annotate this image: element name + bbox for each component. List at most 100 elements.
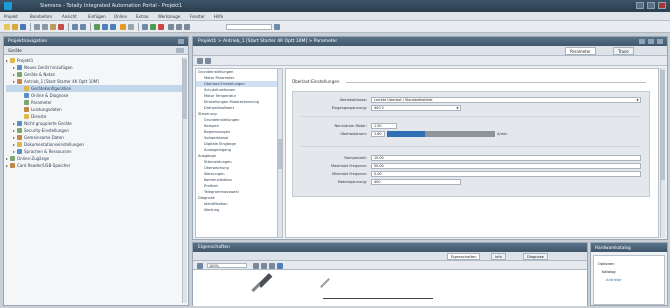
menu-fenster[interactable]: Fenster xyxy=(190,14,205,19)
parameter-nav-scrollbar[interactable] xyxy=(277,69,282,237)
fit-icon[interactable] xyxy=(277,263,283,269)
tree-item[interactable]: ▸ Online-Zugänge xyxy=(6,155,186,162)
tree-item-label: Geräte & Netze xyxy=(24,72,55,77)
rated-current-input[interactable]: 1.50 xyxy=(371,123,397,129)
tree-item[interactable]: ▸ Neues Gerät hinzufügen xyxy=(6,64,186,71)
tab-info[interactable]: Info xyxy=(491,253,506,260)
max-frequency-input[interactable]: 50.00 xyxy=(371,163,641,169)
chevron-down-icon[interactable]: ▼ xyxy=(455,106,460,110)
overload-class-dropdown[interactable]: Leichte Überlast / Standardbetrieb ▼ xyxy=(371,97,641,103)
pointer-icon[interactable] xyxy=(197,263,203,269)
min-frequency-input[interactable]: 0.00 xyxy=(371,171,641,177)
tree-item[interactable]: ▸ Projekt1 xyxy=(6,57,186,64)
tree-node-icon xyxy=(24,107,29,112)
tree-item-label: Gerätekonfiguration xyxy=(31,86,72,91)
zoom-in-icon[interactable] xyxy=(253,263,259,269)
copy-icon[interactable] xyxy=(42,24,48,30)
input-voltage-dropdown[interactable]: 400 V ▼ xyxy=(371,105,461,111)
menu-ansicht[interactable]: Ansicht xyxy=(62,14,77,19)
devices-tab-label[interactable]: Geräte xyxy=(8,48,22,53)
tree-item[interactable]: ▸ Dokumentationseinstellungen xyxy=(6,141,186,148)
project-tree-subheader: Geräte xyxy=(4,46,188,55)
accessible-devices-icon[interactable] xyxy=(142,24,148,30)
go-offline-icon[interactable] xyxy=(128,24,134,30)
editor-close-icon[interactable] xyxy=(657,39,663,44)
tree-item[interactable]: Gerätekonfiguration xyxy=(6,85,186,92)
editor-maximize-icon[interactable] xyxy=(648,39,654,44)
nav-item[interactable]: Wartung xyxy=(196,207,282,213)
cross-reference-icon[interactable] xyxy=(168,24,174,30)
new-project-icon[interactable] xyxy=(4,24,10,30)
tree-item[interactable]: ▸ Antrieb_1 [Start Starter 4K Optt 10M] xyxy=(6,78,186,85)
open-project-icon[interactable] xyxy=(12,24,18,30)
menu-online[interactable]: Online xyxy=(114,14,127,19)
zoom-out-icon[interactable] xyxy=(261,263,267,269)
upload-icon[interactable] xyxy=(110,24,116,30)
cut-icon[interactable] xyxy=(34,24,40,30)
tree-item[interactable]: ▸ Gemeinsame Daten xyxy=(6,134,186,141)
compile-icon[interactable] xyxy=(94,24,100,30)
split-horizontal-icon[interactable] xyxy=(176,24,182,30)
tree-node-icon xyxy=(10,156,15,161)
tree-item[interactable]: Leistungsdaten xyxy=(6,106,186,113)
download-icon[interactable] xyxy=(102,24,108,30)
menu-werkzeuge[interactable]: Werkzeuge xyxy=(158,14,180,19)
go-online-icon[interactable] xyxy=(120,24,126,30)
device-label-graphic xyxy=(320,278,330,288)
close-icon[interactable] xyxy=(658,2,666,9)
tree-item-label: Gemeinsame Daten xyxy=(24,135,64,140)
tree-item[interactable]: ▸ Geräte & Netze xyxy=(6,71,186,78)
maximize-icon[interactable] xyxy=(647,2,655,9)
tree-node-icon xyxy=(10,163,15,168)
tab-trace[interactable]: Trace xyxy=(613,47,634,55)
paste-icon[interactable] xyxy=(50,24,56,30)
grid-icon[interactable] xyxy=(269,263,275,269)
tree-item[interactable]: Dienste xyxy=(6,113,186,120)
view-compare-icon[interactable] xyxy=(205,58,211,64)
motor-voltage-input[interactable]: 400 xyxy=(371,179,461,185)
tree-node-icon xyxy=(10,58,15,63)
menu-projekt[interactable]: Projekt xyxy=(4,14,18,19)
catalog-item[interactable]: Katalog xyxy=(602,270,616,274)
tree-item[interactable]: Online & Diagnose xyxy=(6,92,186,99)
redo-icon[interactable] xyxy=(80,24,86,30)
overload-current-input[interactable]: 1.60 xyxy=(371,131,385,137)
tab-parameter[interactable]: Parameter xyxy=(565,47,596,55)
properties-scrollbar[interactable] xyxy=(660,68,665,238)
split-vertical-icon[interactable] xyxy=(184,24,190,30)
tree-view-toggle-icon[interactable] xyxy=(176,48,184,53)
save-project-icon[interactable] xyxy=(20,24,26,30)
minimize-icon[interactable] xyxy=(636,2,644,9)
ramp-time-input[interactable]: 10.00 xyxy=(371,155,641,161)
menu-extras[interactable]: Extras xyxy=(136,14,149,19)
catalog-item[interactable]: Optionen xyxy=(598,262,614,266)
stop-cpu-icon[interactable] xyxy=(158,24,164,30)
overload-settings-group: Überlastklasse: Leichte Überlast / Stand… xyxy=(292,91,650,197)
tree-item[interactable]: ▸ Nicht gruppierte Geräte xyxy=(6,120,186,127)
menu-einfuegen[interactable]: Einfügen xyxy=(88,14,106,19)
tree-item[interactable]: ▸ Security-Einstellungen xyxy=(6,127,186,134)
tab-properties[interactable]: Eigenschaften xyxy=(447,253,481,260)
collapse-pane-icon[interactable] xyxy=(178,39,184,44)
catalog-item[interactable]: Antriebe xyxy=(606,278,621,282)
search-icon[interactable] xyxy=(274,24,280,30)
tree-item[interactable]: ▸ Sprachen & Ressourcen xyxy=(6,148,186,155)
window-titlebar: Siemens - Totally Integrated Automation … xyxy=(0,0,670,12)
editor-minimize-icon[interactable] xyxy=(639,39,645,44)
start-cpu-icon[interactable] xyxy=(150,24,156,30)
delete-icon[interactable] xyxy=(58,24,64,30)
tree-item[interactable]: Parameter xyxy=(6,99,186,106)
scrollbar-thumb[interactable] xyxy=(183,59,187,119)
menu-hilfe[interactable]: Hilfe xyxy=(214,14,223,19)
undo-icon[interactable] xyxy=(72,24,78,30)
chevron-down-icon[interactable]: ▼ xyxy=(635,98,640,102)
scrollbar-thumb[interactable] xyxy=(278,139,282,169)
scrollbar-thumb[interactable] xyxy=(661,70,665,180)
tree-item[interactable]: ▸ Card Reader/USB-Speicher xyxy=(6,162,186,169)
tab-diagnostics[interactable]: Diagnose xyxy=(523,253,548,260)
search-field[interactable] xyxy=(226,24,272,30)
project-tree-scrollbar[interactable] xyxy=(182,57,187,303)
view-list-icon[interactable] xyxy=(197,58,203,64)
menu-bearbeiten[interactable]: Bearbeiten xyxy=(30,14,52,19)
zoom-select[interactable]: 100% xyxy=(207,263,247,268)
